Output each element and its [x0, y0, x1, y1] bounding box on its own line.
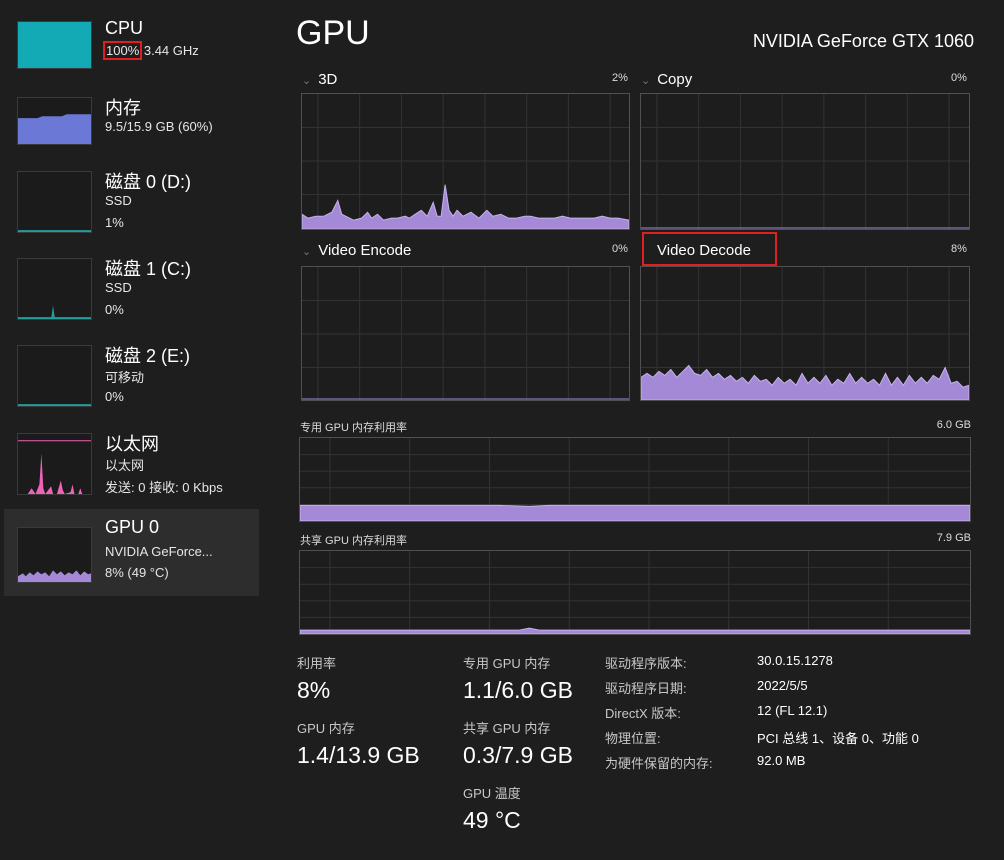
- sidebar-item-detail: 9.5/15.9 GB (60%): [105, 119, 213, 134]
- engine-video-encode-percent: 0%: [612, 243, 628, 255]
- physical-location-label: 物理位置:: [605, 731, 661, 746]
- ethernet-thumbnail-graph: [17, 433, 92, 495]
- sidebar-item-cpu[interactable]: CPU 100% 3.44 GHz: [4, 18, 259, 80]
- engine-video-decode-graph: [640, 266, 970, 401]
- driver-date-value: 2022/5/5: [757, 678, 808, 693]
- sidebar-item-memory[interactable]: 内存 9.5/15.9 GB (60%): [4, 94, 259, 156]
- engine-video-decode-percent: 8%: [951, 243, 967, 255]
- sidebar-item-gpu-0[interactable]: GPU 0 NVIDIA GeForce... 8% (49 °C): [4, 509, 259, 596]
- sidebar-item-detail: SSD: [105, 193, 132, 208]
- dedicated-memory-graph: [299, 437, 971, 522]
- engine-copy-selector[interactable]: ⌄ Copy: [641, 71, 692, 88]
- sidebar-item-usage: 1%: [105, 215, 124, 230]
- chevron-down-icon: ⌄: [641, 75, 651, 87]
- sidebar-item-usage: 0%: [105, 389, 124, 404]
- engine-3d-selector[interactable]: ⌄ 3D: [302, 71, 337, 88]
- engine-video-decode-label: Video Decode: [657, 242, 751, 259]
- utilization-label: 利用率: [297, 656, 337, 671]
- disk-2-thumbnail-graph: [17, 345, 92, 407]
- gpu-memory-value: 1.4/13.9 GB: [297, 742, 420, 768]
- shared-memory-graph: [299, 550, 971, 635]
- sidebar-item-title: 以太网: [105, 434, 159, 454]
- engine-copy-percent: 0%: [951, 72, 967, 84]
- sidebar-item-detail: SSD: [105, 280, 132, 295]
- gpu-0-thumbnail-graph: [17, 527, 92, 583]
- sidebar-item-title: 磁盘 0 (D:): [105, 172, 192, 192]
- gpu-temperature-value: 49 °C: [463, 807, 521, 833]
- utilization-value: 8%: [297, 677, 331, 703]
- physical-location-value: PCI 总线 1、设备 0、功能 0: [757, 731, 919, 746]
- engine-copy-label: Copy: [657, 71, 693, 88]
- chevron-down-icon: ⌄: [302, 246, 312, 258]
- dedicated-memory-graph-label: 专用 GPU 内存利用率: [300, 422, 407, 434]
- engine-3d-label: 3D: [318, 71, 338, 88]
- sidebar-item-title: 磁盘 2 (E:): [105, 346, 191, 366]
- sidebar-item-title: CPU: [105, 18, 144, 38]
- sidebar-item-usage: 0%: [105, 302, 124, 317]
- hardware-reserved-memory-value: 92.0 MB: [757, 753, 806, 768]
- cpu-thumbnail-graph: [17, 21, 92, 69]
- dedicated-memory-max: 6.0 GB: [936, 419, 971, 431]
- engine-video-encode-label: Video Encode: [318, 242, 412, 259]
- directx-version-label: DirectX 版本:: [605, 706, 681, 721]
- disk-1-thumbnail-graph: [17, 258, 92, 320]
- sidebar-item-title: GPU 0: [105, 517, 160, 537]
- shared-memory-max: 7.9 GB: [936, 532, 971, 544]
- engine-video-decode-selector[interactable]: Video Decode: [642, 232, 777, 266]
- dedicated-gpu-memory-value: 1.1/6.0 GB: [463, 677, 573, 703]
- disk-0-thumbnail-graph: [17, 171, 92, 233]
- engine-copy-graph: [640, 93, 970, 230]
- sidebar-item-disk-0[interactable]: 磁盘 0 (D:) SSD 1%: [4, 168, 259, 236]
- shared-memory-graph-label: 共享 GPU 内存利用率: [300, 535, 407, 547]
- gpu-memory-label: GPU 内存: [297, 721, 355, 736]
- hardware-reserved-memory-label: 为硬件保留的内存:: [605, 756, 713, 771]
- gpu-temperature-label: GPU 温度: [463, 786, 521, 801]
- sidebar-item-detail: 可移动: [105, 370, 145, 385]
- driver-version-label: 驱动程序版本:: [605, 656, 687, 671]
- shared-gpu-memory-value: 0.3/7.9 GB: [463, 742, 573, 768]
- sidebar-item-detail: 100% 3.44 GHz: [102, 41, 199, 60]
- sidebar-item-disk-1[interactable]: 磁盘 1 (C:) SSD 0%: [4, 255, 259, 323]
- shared-gpu-memory-label: 共享 GPU 内存: [463, 721, 551, 736]
- gpu-model-name: NVIDIA GeForce GTX 1060: [752, 31, 974, 51]
- sidebar: CPU 100% 3.44 GHz 内存 9.5/15.9 GB (60%) 磁…: [0, 0, 260, 860]
- sidebar-item-detail: 以太网: [105, 458, 145, 473]
- engine-3d-percent: 2%: [612, 72, 628, 84]
- dedicated-gpu-memory-label: 专用 GPU 内存: [463, 656, 551, 671]
- sidebar-item-title: 磁盘 1 (C:): [105, 259, 192, 279]
- memory-thumbnail-graph: [17, 97, 92, 145]
- sidebar-item-usage: 8% (49 °C): [105, 565, 169, 580]
- engine-video-encode-selector[interactable]: ⌄ Video Encode: [302, 242, 411, 259]
- driver-version-value: 30.0.15.1278: [757, 653, 833, 668]
- sidebar-item-title: 内存: [105, 98, 141, 118]
- sidebar-item-disk-2[interactable]: 磁盘 2 (E:) 可移动 0%: [4, 342, 259, 410]
- cpu-frequency: 3.44 GHz: [140, 43, 199, 58]
- directx-version-value: 12 (FL 12.1): [757, 703, 828, 718]
- page-title: GPU: [296, 14, 370, 52]
- engine-video-encode-graph: [301, 266, 630, 401]
- driver-date-label: 驱动程序日期:: [605, 681, 687, 696]
- sidebar-item-ethernet[interactable]: 以太网 以太网 发送: 0 接收: 0 Kbps: [4, 430, 259, 498]
- chevron-down-icon: ⌄: [302, 75, 312, 87]
- engine-3d-graph: [301, 93, 630, 230]
- sidebar-item-usage: 发送: 0 接收: 0 Kbps: [105, 480, 223, 495]
- cpu-percent-highlight: 100%: [102, 41, 143, 60]
- sidebar-item-detail: NVIDIA GeForce...: [105, 544, 213, 559]
